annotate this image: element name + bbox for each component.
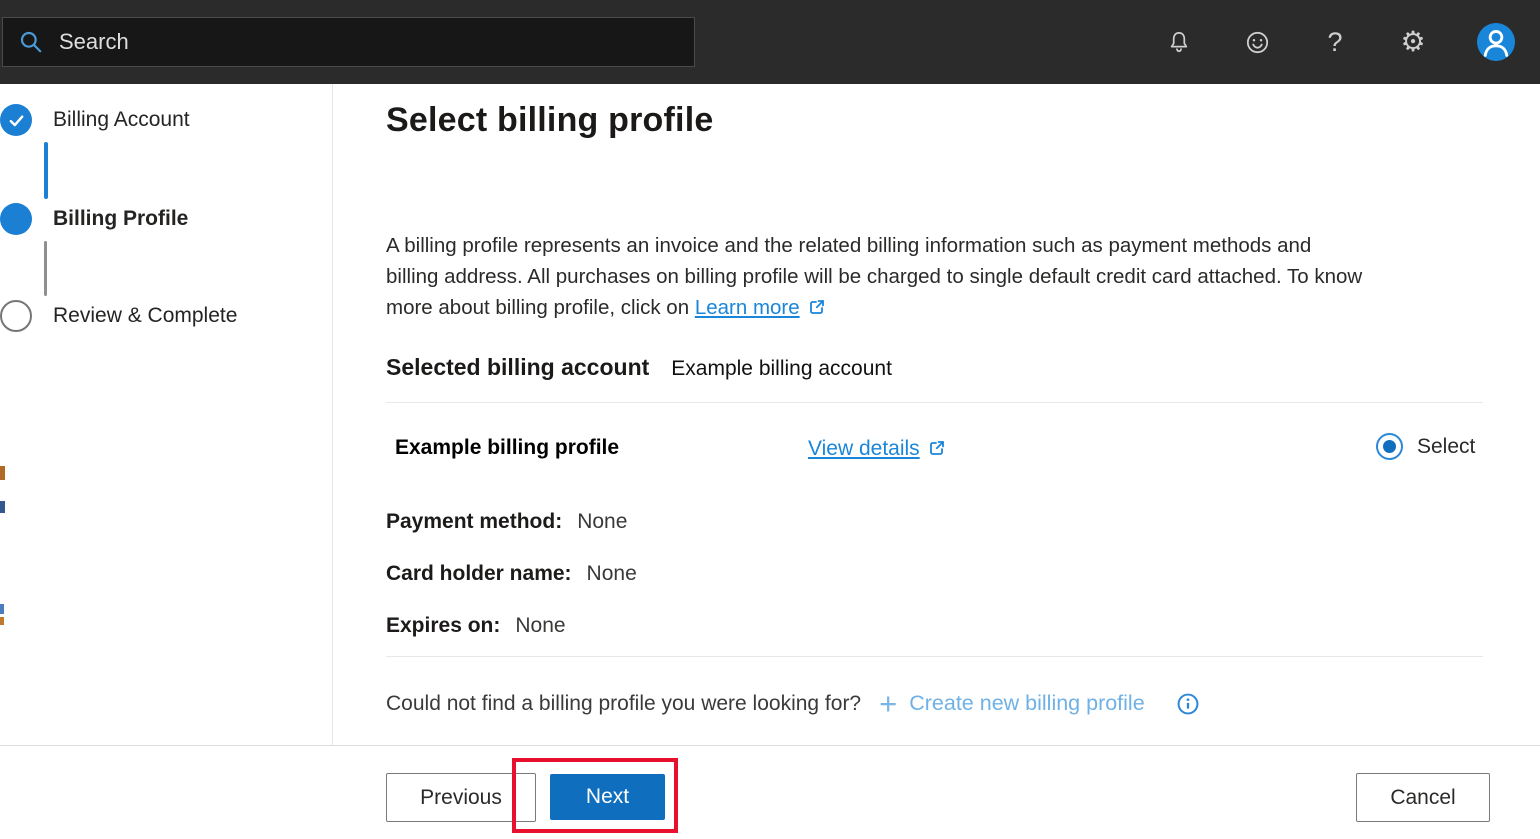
detail-label: Payment method: xyxy=(386,510,563,533)
topbar-icon-group: ? ⚙ xyxy=(1165,0,1515,84)
external-link-icon xyxy=(809,300,824,314)
expires-on-row: Expires on: None xyxy=(386,614,566,638)
page-title: Select billing profile xyxy=(386,101,714,139)
description-line: billing address. All purchases on billin… xyxy=(386,265,1363,288)
step-connector-line xyxy=(44,142,48,199)
radio-dot xyxy=(1383,440,1396,453)
settings-gear-icon[interactable]: ⚙ xyxy=(1399,28,1427,56)
selected-billing-account-row: Selected billing account Example billing… xyxy=(386,354,892,381)
help-icon[interactable]: ? xyxy=(1321,27,1349,57)
background-page-artifact xyxy=(0,604,4,614)
detail-value: None xyxy=(577,510,628,533)
wizard-steps-sidebar: Billing Account Billing Profile Review &… xyxy=(0,84,333,745)
select-radio-label: Select xyxy=(1417,434,1476,458)
selected-billing-account-heading: Selected billing account xyxy=(386,354,650,380)
wizard-step-billing-account[interactable]: Billing Account xyxy=(0,104,190,136)
background-page-artifact xyxy=(0,501,5,513)
detail-value: None xyxy=(515,614,566,637)
step-label: Billing Profile xyxy=(53,207,189,230)
detail-label: Expires on: xyxy=(386,614,501,637)
search-input[interactable]: Search xyxy=(2,17,695,67)
info-icon[interactable] xyxy=(1175,691,1201,717)
step-label: Review & Complete xyxy=(53,304,238,327)
create-profile-row: Could not find a billing profile you wer… xyxy=(386,688,1201,719)
step-current-dot-icon xyxy=(0,203,32,235)
payment-method-row: Payment method: None xyxy=(386,510,627,534)
radio-selected-icon[interactable] xyxy=(1376,433,1403,460)
notifications-bell-icon[interactable] xyxy=(1165,28,1193,56)
divider xyxy=(386,402,1483,403)
background-page-artifact xyxy=(0,466,5,480)
cancel-button[interactable]: Cancel xyxy=(1356,773,1490,822)
billing-profile-description: A billing profile represents an invoice … xyxy=(386,230,1506,323)
footer-divider xyxy=(0,745,1540,746)
search-icon xyxy=(18,29,44,55)
background-page-artifact xyxy=(0,617,4,625)
billing-wizard-page: { "topbar": { "search_placeholder": "Sea… xyxy=(0,0,1540,839)
card-holder-row: Card holder name: None xyxy=(386,562,637,586)
billing-profile-name: Example billing profile xyxy=(395,436,620,459)
wizard-step-billing-profile[interactable]: Billing Profile xyxy=(0,203,188,235)
feedback-smiley-icon[interactable] xyxy=(1243,28,1271,56)
main-panel: Select billing profile A billing profile… xyxy=(334,84,1540,745)
next-button[interactable]: Next xyxy=(550,774,665,820)
wizard-step-review-complete[interactable]: Review & Complete xyxy=(0,300,237,332)
step-label: Billing Account xyxy=(53,108,190,131)
learn-more-link[interactable]: Learn more xyxy=(695,296,827,319)
detail-label: Card holder name: xyxy=(386,562,572,585)
external-link-icon xyxy=(929,441,944,455)
previous-button[interactable]: Previous xyxy=(386,773,536,822)
plus-icon: + xyxy=(879,686,898,721)
selected-billing-account-value: Example billing account xyxy=(671,357,892,380)
account-avatar[interactable] xyxy=(1477,23,1515,61)
view-details-link[interactable]: View details xyxy=(808,437,947,461)
search-placeholder-text: Search xyxy=(59,29,129,54)
description-line: more about billing profile, click on Lea… xyxy=(386,292,1506,323)
billing-profile-row: Example billing profile View details Sel… xyxy=(386,432,1483,466)
not-found-text: Could not find a billing profile you wer… xyxy=(386,691,862,715)
step-connector-line xyxy=(44,241,47,296)
step-completed-check-icon xyxy=(0,104,32,136)
divider xyxy=(386,656,1483,657)
create-new-billing-profile-link[interactable]: + Create new billing profile xyxy=(879,688,1145,719)
step-upcoming-circle-icon xyxy=(0,300,32,332)
detail-value: None xyxy=(586,562,637,585)
select-profile-radio-group[interactable]: Select xyxy=(1376,433,1475,460)
top-app-bar: Search ? ⚙ xyxy=(0,0,1540,84)
description-line: A billing profile represents an invoice … xyxy=(386,234,1312,257)
